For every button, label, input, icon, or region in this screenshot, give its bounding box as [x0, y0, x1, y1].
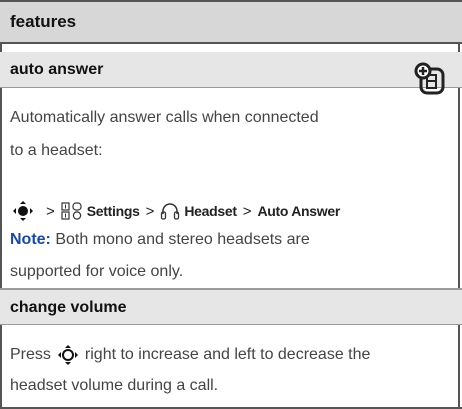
- auto-answer-description: Automatically answer calls when connecte…: [10, 104, 319, 165]
- section-title-auto-answer: auto answer: [10, 61, 104, 78]
- note-text-1: Both mono and stereo headsets are: [55, 231, 310, 248]
- section-header-auto-answer: auto answer: [0, 52, 462, 88]
- menu-path: > Settings > Headset > Auto Answer: [10, 200, 340, 222]
- change-volume-description: Press right to increase and left to decr…: [10, 341, 370, 400]
- note-label: Note:: [10, 231, 51, 248]
- path-separator: >: [46, 202, 55, 220]
- path-separator: >: [242, 202, 252, 220]
- note-line-1: Note: Both mono and stereo headsets are: [10, 226, 310, 254]
- volume-text-rest: right to increase and left to decrease t…: [84, 346, 371, 363]
- network-feature-icon: [414, 60, 448, 100]
- path-item-settings: Settings: [86, 203, 140, 219]
- nav-key-center-icon: [10, 200, 36, 222]
- section-title-change-volume: change volume: [10, 299, 127, 316]
- settings-icon: [61, 202, 83, 220]
- volume-line-1: Press right to increase and left to decr…: [10, 341, 370, 369]
- path-item-headset: Headset: [184, 203, 237, 219]
- auto-answer-note: Note: Both mono and stereo headsets are …: [10, 226, 310, 286]
- headset-icon: [160, 202, 180, 220]
- note-line-2: supported for voice only.: [10, 263, 184, 280]
- header-bar: features: [0, 0, 462, 44]
- section-header-change-volume: change volume: [0, 289, 462, 325]
- description-line-2: to a headset:: [10, 142, 103, 159]
- description-line-1: Automatically answer calls when connecte…: [10, 109, 319, 126]
- nav-key-icon: [56, 344, 80, 366]
- volume-text-press: Press: [10, 346, 51, 363]
- volume-line-2: headset volume during a call.: [10, 377, 219, 394]
- path-separator: >: [145, 202, 155, 220]
- path-item-auto-answer: Auto Answer: [257, 203, 341, 219]
- page-title: features: [10, 12, 77, 31]
